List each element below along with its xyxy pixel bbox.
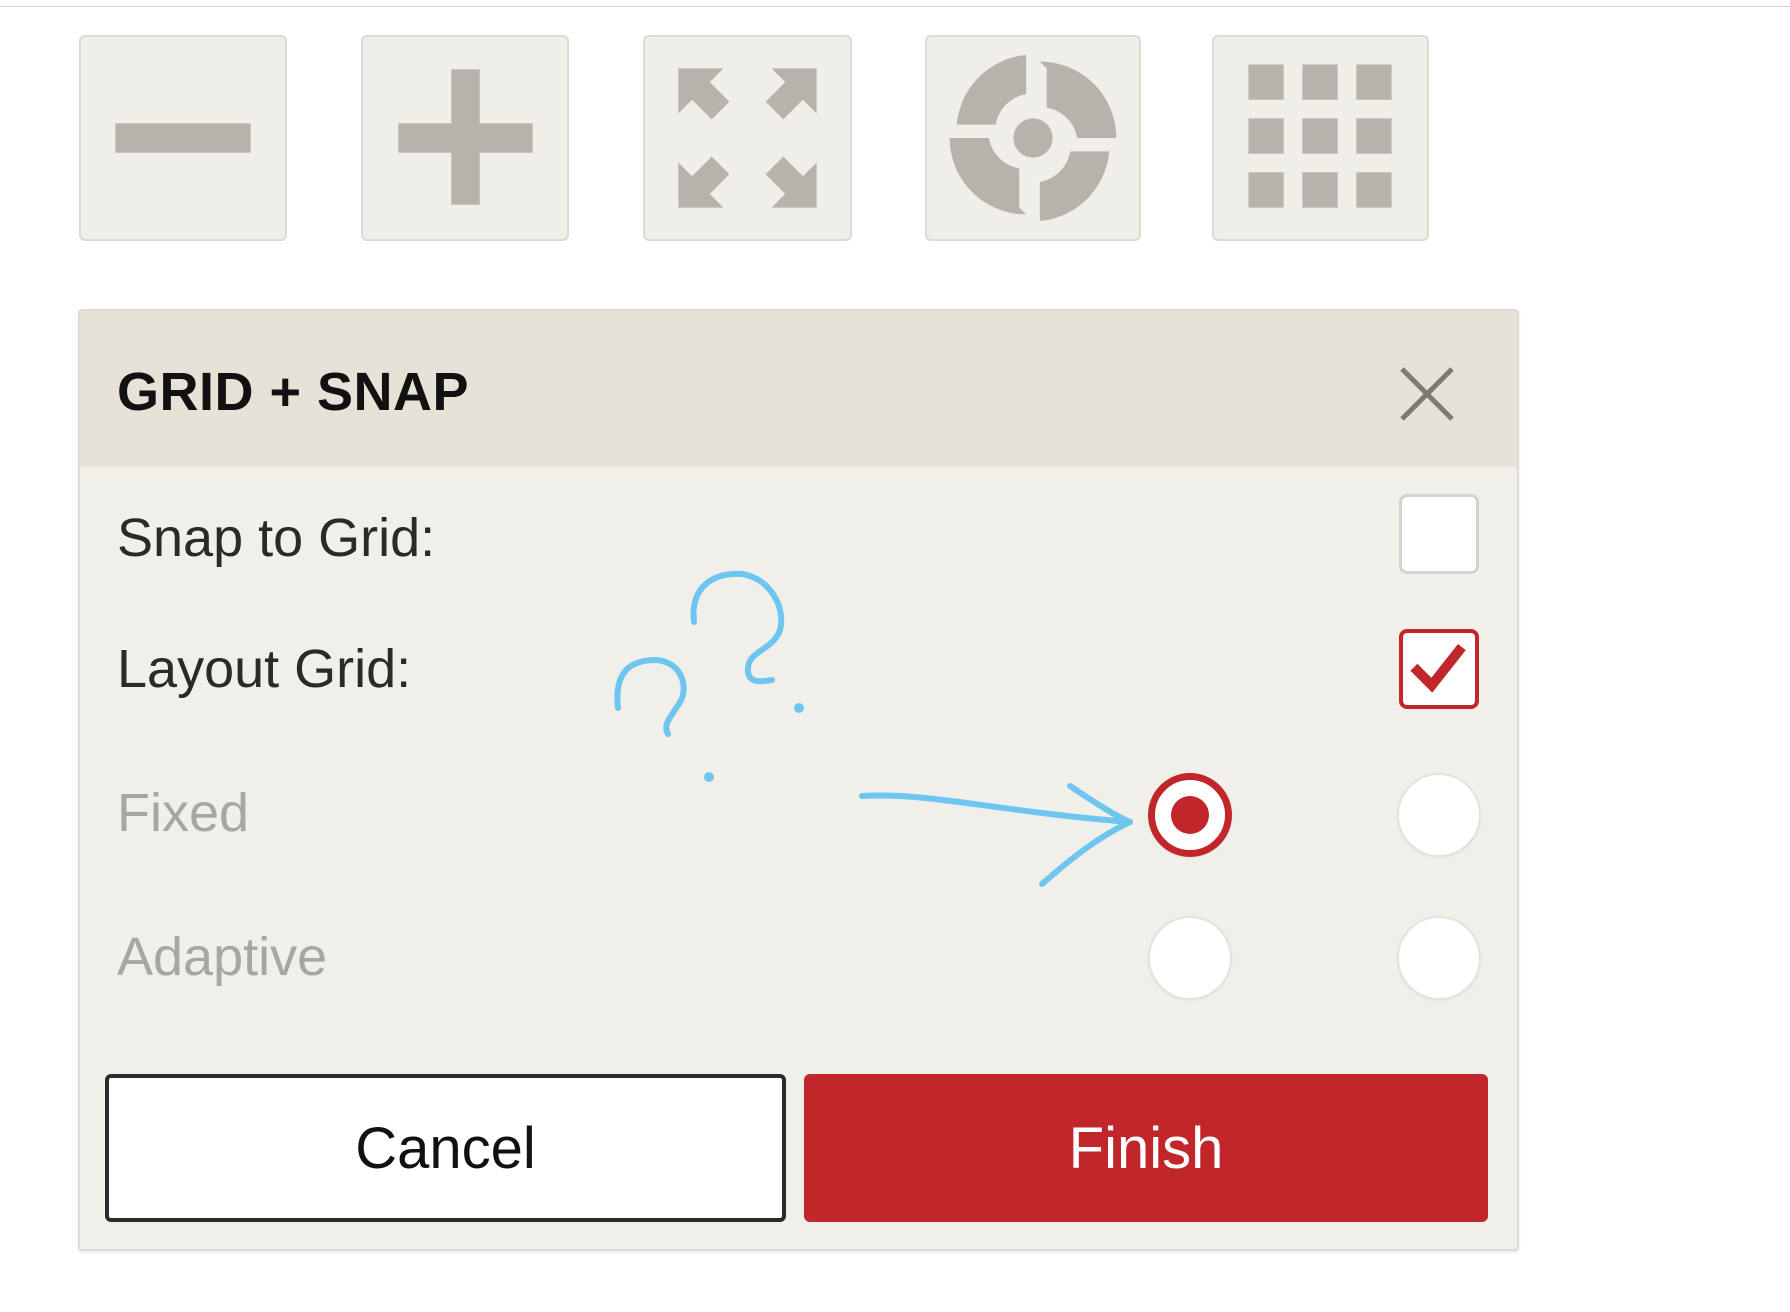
minus-icon [115, 123, 251, 153]
canvas-area: GRID + SNAP Snap to Grid: Layout Grid: F… [0, 0, 1790, 1312]
layout-grid-label: Layout Grid: [117, 639, 412, 699]
adaptive-label: Adaptive [117, 927, 328, 987]
grid-button[interactable] [1212, 35, 1429, 241]
fixed-radio-col2[interactable] [1397, 773, 1481, 857]
dialog-title: GRID + SNAP [117, 362, 470, 422]
adaptive-radio-col1[interactable] [1148, 916, 1232, 1000]
adaptive-radio-col2[interactable] [1397, 916, 1481, 1000]
close-button[interactable] [1396, 363, 1458, 425]
snap-to-grid-checkbox[interactable] [1399, 494, 1479, 574]
zoom-out-button[interactable] [79, 35, 287, 241]
center-button[interactable] [925, 35, 1141, 241]
dialog-header: GRID + SNAP [80, 311, 1517, 467]
top-divider [0, 6, 1790, 7]
grid-icon [1248, 64, 1392, 208]
fit-to-screen-button[interactable] [643, 35, 852, 241]
fixed-label: Fixed [117, 783, 250, 843]
checkmark-icon [1410, 644, 1466, 693]
close-icon [1400, 367, 1454, 421]
grid-snap-dialog: GRID + SNAP Snap to Grid: Layout Grid: F… [78, 309, 1519, 1251]
fixed-radio-col1[interactable] [1148, 773, 1232, 857]
target-icon [949, 54, 1117, 222]
cancel-button[interactable]: Cancel [105, 1074, 786, 1222]
zoom-in-button[interactable] [361, 35, 569, 241]
layout-grid-checkbox[interactable] [1399, 629, 1479, 709]
snap-to-grid-label: Snap to Grid: [117, 508, 436, 568]
finish-button[interactable]: Finish [804, 1074, 1488, 1222]
plus-icon [398, 69, 533, 205]
expand-arrows-icon [678, 68, 817, 208]
